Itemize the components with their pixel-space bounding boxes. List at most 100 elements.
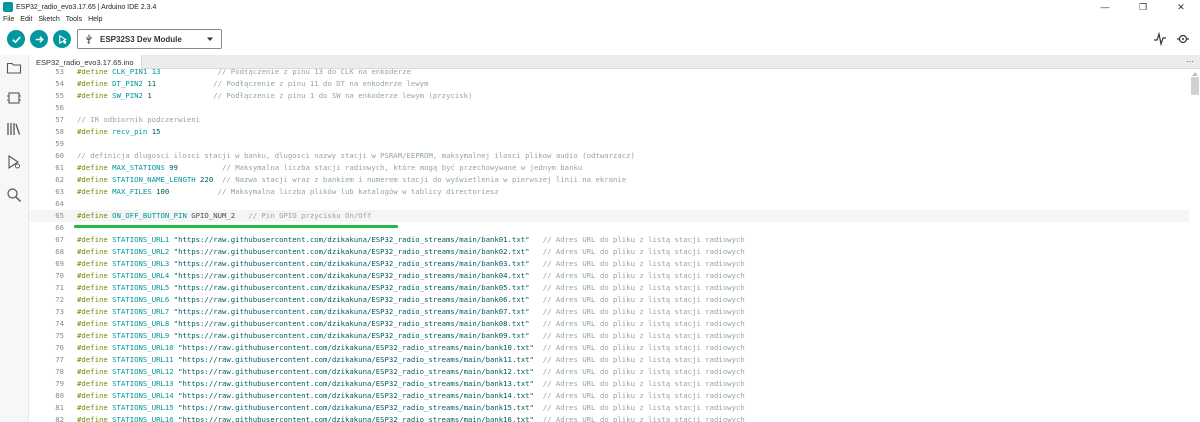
code-line[interactable]: 72 #define STATIONS_URL6 "https://raw.git… (29, 294, 1189, 306)
line-number: 58 (55, 127, 64, 136)
maximize-button[interactable]: ❐ (1124, 0, 1162, 14)
code-token: #define (77, 403, 113, 412)
close-button[interactable]: ✕ (1162, 0, 1200, 14)
debug-panel-button[interactable] (5, 153, 23, 171)
menu-file[interactable]: File (3, 14, 14, 25)
code-line[interactable]: 68 #define STATIONS_URL2 "https://raw.git… (29, 246, 1189, 258)
code-line[interactable]: 54 #define DT_PIN2 11 // Podłączenie z pi… (29, 78, 1189, 90)
code-token: // definicja dlugosci ilosci stacji w ba… (77, 151, 635, 160)
serial-monitor-button[interactable] (1176, 32, 1190, 46)
line-number: 79 (55, 379, 64, 388)
code-line[interactable]: 53 #define CLK_PIN1 13 // Podłączenie z p… (29, 69, 1189, 78)
chevron-down-icon (207, 37, 213, 41)
code-line[interactable]: 75 #define STATIONS_URL9 "https://raw.git… (29, 330, 1189, 342)
code-line[interactable]: 78 #define STATIONS_URL12 "https://raw.gi… (29, 366, 1189, 378)
debug-button[interactable] (53, 30, 71, 48)
code-token: #define (77, 343, 113, 352)
menu-help[interactable]: Help (88, 14, 102, 25)
code-token: 100 (156, 187, 170, 196)
code-line[interactable]: 81 #define STATIONS_URL15 "https://raw.gi… (29, 402, 1189, 414)
line-number: 72 (55, 295, 64, 304)
sketchbook-button[interactable] (5, 59, 23, 77)
code-line[interactable]: 79 #define STATIONS_URL13 "https://raw.gi… (29, 378, 1189, 390)
library-manager-button[interactable] (5, 120, 23, 138)
code-token: #define (77, 379, 113, 388)
window-title: ESP32_radio_evo3.17.65 | Arduino IDE 2.3… (16, 3, 157, 11)
code-token: #define (77, 319, 113, 328)
line-number: 68 (55, 247, 64, 256)
code-editor[interactable]: 53 #define CLK_PIN1 13 // Podłączenie z p… (29, 69, 1200, 422)
code-token: #define (77, 295, 113, 304)
serial-plotter-button[interactable] (1153, 32, 1167, 46)
code-token: "https://raw.githubusercontent.com/dzika… (173, 331, 530, 340)
code-line[interactable]: 66 (29, 222, 1189, 234)
code-token: // Pin GPIO przycisku On/Off (248, 211, 372, 220)
more-options-icon[interactable]: ⋯ (1186, 57, 1194, 66)
line-number: 74 (55, 319, 64, 328)
menu-tools[interactable]: Tools (66, 14, 82, 25)
code-line[interactable]: 64 (29, 198, 1189, 210)
code-line[interactable]: 67 #define STATIONS_URL1 "https://raw.git… (29, 234, 1189, 246)
tab-sketch-file[interactable]: ESP32_radio_evo3.17.65.ino (29, 55, 142, 69)
code-line[interactable]: 65 #define ON_OFF_BUTTON_PIN GPIO_NUM_2 /… (29, 210, 1189, 222)
code-token: "https://raw.githubusercontent.com/dzika… (178, 415, 534, 422)
code-line[interactable]: 57 // IR odbiornik podczerwieni (29, 114, 1189, 126)
editor-scrollbar[interactable] (1190, 69, 1200, 422)
code-line[interactable]: 62 #define STATION_NAME_LENGTH 220 // Naz… (29, 174, 1189, 186)
code-line[interactable]: 59 (29, 138, 1189, 150)
upload-button[interactable] (30, 30, 48, 48)
line-number: 76 (55, 343, 64, 352)
code-token: // Podłączenie z pinu 13 do CLK na enkod… (217, 69, 411, 76)
code-line[interactable]: 82 #define STATIONS_URL16 "https://raw.gi… (29, 414, 1189, 422)
verify-button[interactable] (7, 30, 25, 48)
code-text: #define STATIONS_URL3 "https://raw.githu… (77, 258, 745, 270)
line-number: 78 (55, 367, 64, 376)
code-token: // Podłączenie z pinu 1 do SW na enkoder… (213, 91, 473, 100)
code-token: STATIONS_URL9 (112, 331, 174, 340)
code-line[interactable]: 61 #define MAX_STATIONS 99 // Maksymalna … (29, 162, 1189, 174)
code-token: #define (77, 163, 113, 172)
code-line[interactable]: 73 #define STATIONS_URL7 "https://raw.git… (29, 306, 1189, 318)
code-token: STATIONS_URL7 (112, 307, 174, 316)
code-line[interactable]: 71 #define STATIONS_URL5 "https://raw.git… (29, 282, 1189, 294)
code-line[interactable]: 55 #define SW_PIN2 1 // Podłączenie z pin… (29, 90, 1189, 102)
menu-sketch[interactable]: Sketch (38, 14, 59, 25)
boards-manager-button[interactable] (5, 89, 23, 107)
line-number: 70 (55, 271, 64, 280)
code-line[interactable]: 70 #define STATIONS_URL4 "https://raw.git… (29, 270, 1189, 282)
code-line[interactable]: 80 #define STATIONS_URL14 "https://raw.gi… (29, 390, 1189, 402)
minimize-button[interactable]: — (1086, 0, 1124, 14)
code-line[interactable]: 60 // definicja dlugosci ilosci stacji w … (29, 150, 1189, 162)
menu-edit[interactable]: Edit (20, 14, 32, 25)
code-line[interactable]: 74 #define STATIONS_URL8 "https://raw.git… (29, 318, 1189, 330)
scroll-thumb[interactable] (1191, 77, 1199, 95)
code-token: // Adres URL do pliku z listą stacji rad… (542, 295, 745, 304)
code-token: // Adres URL do pliku z listą stacji rad… (542, 391, 745, 400)
code-token: // Adres URL do pliku z listą stacji rad… (542, 259, 745, 268)
code-token: // Nazwa stacji wraz z bankiem i numerem… (222, 175, 627, 184)
code-token: #define (77, 91, 113, 100)
code-line[interactable]: 76 #define STATIONS_URL10 "https://raw.gi… (29, 342, 1189, 354)
code-line[interactable]: 56 (29, 102, 1189, 114)
code-line[interactable]: 58 #define recv_pin 15 (29, 126, 1189, 138)
code-token: #define (77, 127, 113, 136)
line-number: 56 (55, 103, 64, 112)
code-line[interactable]: 69 #define STATIONS_URL3 "https://raw.git… (29, 258, 1189, 270)
scroll-up-arrow-icon[interactable] (1192, 72, 1198, 76)
code-line[interactable]: 63 #define MAX_FILES 100 // Maksymalna li… (29, 186, 1189, 198)
line-number: 62 (55, 175, 64, 184)
code-line[interactable]: 77 #define STATIONS_URL11 "https://raw.gi… (29, 354, 1189, 366)
search-button[interactable] (5, 186, 23, 204)
board-selector[interactable]: ESP32S3 Dev Module (77, 29, 222, 49)
code-token: "https://raw.githubusercontent.com/dzika… (173, 235, 530, 244)
line-number: 75 (55, 331, 64, 340)
folder-icon (6, 62, 22, 74)
